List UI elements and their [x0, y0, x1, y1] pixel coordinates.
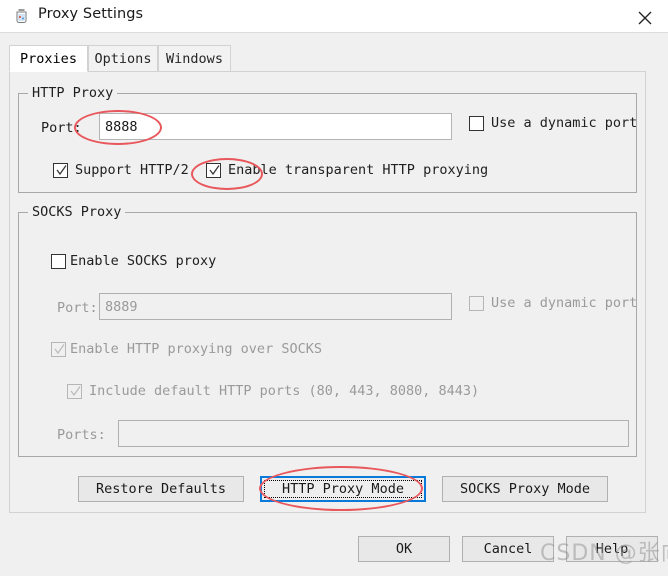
http-proxy-mode-label: HTTP Proxy Mode — [282, 481, 404, 497]
support-http2-label: Support HTTP/2 — [75, 162, 189, 178]
cancel-button[interactable]: Cancel — [462, 536, 554, 562]
cancel-label: Cancel — [483, 541, 533, 557]
window-title: Proxy Settings — [38, 6, 144, 22]
support-http2-checkbox[interactable]: Support HTTP/2 — [53, 162, 189, 178]
help-button[interactable]: Help — [566, 536, 658, 562]
transparent-proxy-checkbox[interactable]: Enable transparent HTTP proxying — [206, 162, 488, 178]
checkbox-box — [53, 162, 68, 178]
socks-ports-input[interactable] — [118, 420, 629, 447]
ok-label: OK — [395, 541, 413, 557]
socks-proxy-group: SOCKS Proxy Enable SOCKS proxy Port: Use… — [18, 204, 637, 457]
http-port-label: Port: — [41, 120, 82, 136]
checkmark-icon — [54, 343, 65, 354]
help-label: Help — [595, 541, 629, 557]
checkmark-icon — [56, 164, 67, 175]
tab-proxies[interactable]: Proxies — [9, 45, 88, 72]
ok-button[interactable]: OK — [358, 536, 450, 562]
tab-options[interactable]: Options — [88, 45, 158, 72]
checkbox-box — [206, 162, 221, 178]
http-proxy-mode-button[interactable]: HTTP Proxy Mode — [260, 476, 426, 502]
close-icon[interactable] — [622, 0, 668, 32]
socks-port-label: Port: — [57, 300, 98, 316]
checkbox-box — [469, 295, 484, 311]
checkbox-box — [67, 383, 82, 399]
http-over-socks-checkbox[interactable]: Enable HTTP proxying over SOCKS — [51, 341, 322, 357]
proxies-tab-panel: HTTP Proxy Port: Use a dynamic port Supp… — [9, 71, 646, 513]
tab-strip: Proxies Options Windows — [9, 45, 659, 72]
checkmark-icon — [70, 385, 81, 396]
socks-proxy-group-title: SOCKS Proxy — [28, 204, 126, 220]
http-dynamic-port-checkbox[interactable]: Use a dynamic port — [469, 115, 637, 131]
checkbox-box — [51, 253, 66, 269]
socks-proxy-mode-button[interactable]: SOCKS Proxy Mode — [442, 476, 608, 502]
checkbox-box — [51, 341, 66, 357]
http-proxy-group: HTTP Proxy Port: Use a dynamic port Supp… — [18, 85, 637, 193]
enable-socks-checkbox[interactable]: Enable SOCKS proxy — [51, 253, 216, 269]
enable-socks-label: Enable SOCKS proxy — [70, 253, 217, 269]
socks-dynamic-port-label: Use a dynamic port — [491, 295, 638, 311]
socks-proxy-mode-label: SOCKS Proxy Mode — [459, 481, 591, 497]
http-over-socks-label: Enable HTTP proxying over SOCKS — [70, 341, 322, 357]
checkbox-box — [469, 115, 484, 131]
restore-defaults-button[interactable]: Restore Defaults — [78, 476, 244, 502]
http-port-input[interactable] — [99, 113, 452, 140]
http-proxy-group-title: HTTP Proxy — [28, 85, 118, 101]
include-default-ports-checkbox[interactable]: Include default HTTP ports (80, 443, 808… — [67, 383, 479, 399]
restore-defaults-label: Restore Defaults — [95, 481, 227, 497]
transparent-proxy-label: Enable transparent HTTP proxying — [228, 162, 489, 178]
socks-ports-label: Ports: — [57, 427, 106, 443]
tab-windows[interactable]: Windows — [158, 45, 231, 72]
checkmark-icon — [209, 164, 220, 175]
http-dynamic-port-label: Use a dynamic port — [491, 115, 638, 131]
jar-icon — [13, 8, 30, 25]
socks-port-input[interactable] — [99, 293, 452, 320]
include-default-ports-label: Include default HTTP ports (80, 443, 808… — [89, 383, 480, 399]
socks-dynamic-port-checkbox[interactable]: Use a dynamic port — [469, 295, 637, 311]
title-bar: Proxy Settings — [0, 0, 668, 33]
